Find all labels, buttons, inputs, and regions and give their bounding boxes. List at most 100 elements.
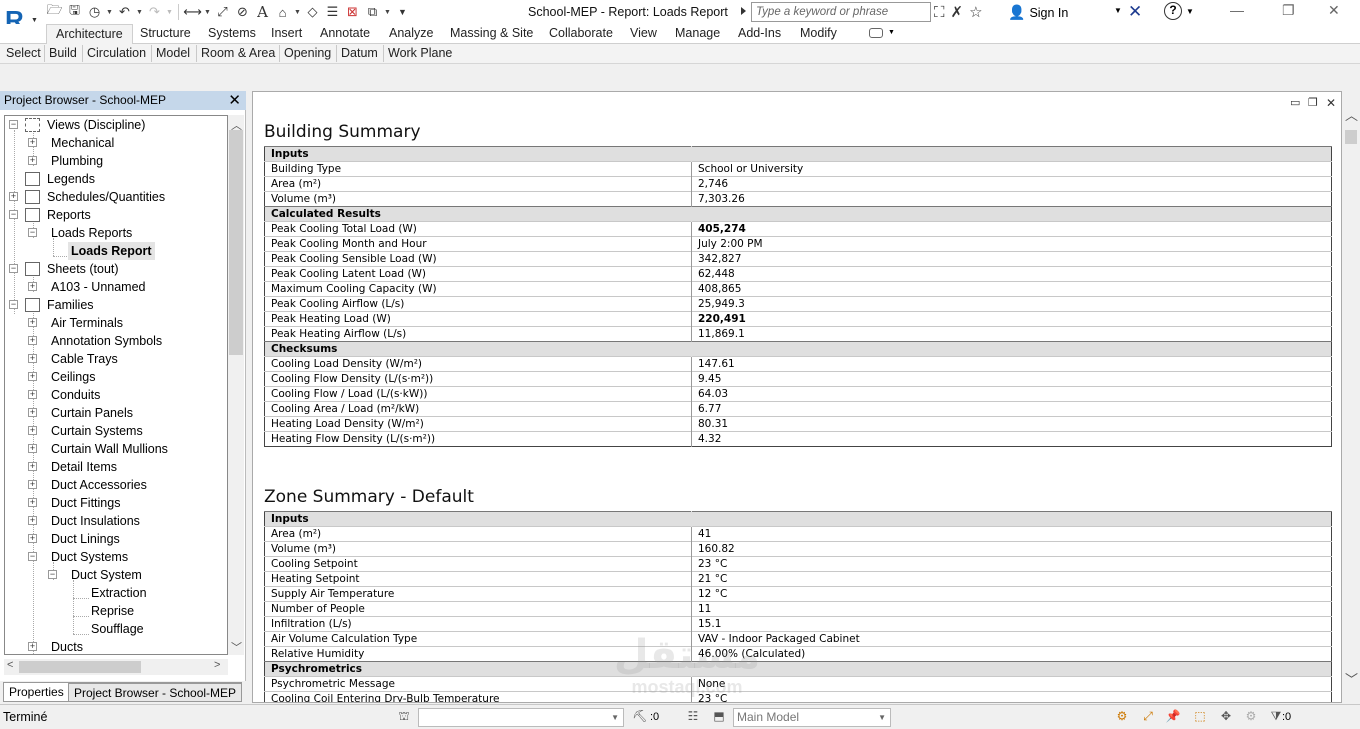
redo-icon[interactable]: ↷ xyxy=(146,4,163,21)
background-processes-icon[interactable]: ⚙ xyxy=(1243,709,1259,725)
close-icon[interactable]: ✕ xyxy=(1328,2,1340,19)
tab-systems[interactable]: Systems xyxy=(208,26,256,40)
tab-modify[interactable]: Modify xyxy=(800,26,837,40)
tab-add-ins[interactable]: Add-Ins xyxy=(738,26,781,40)
expand-icon[interactable]: + xyxy=(28,372,37,381)
save-icon[interactable]: 🖫 xyxy=(66,2,83,21)
expand-icon[interactable]: + xyxy=(28,318,37,327)
scroll-up-icon[interactable]: ︿ xyxy=(1345,105,1358,124)
expand-icon[interactable]: + xyxy=(28,336,37,345)
chevron-down-icon[interactable]: ▼ xyxy=(106,9,113,16)
chevron-down-icon[interactable]: ▼ xyxy=(136,9,143,16)
scroll-down-icon[interactable]: ﹀ xyxy=(231,639,242,655)
close-hidden-windows-icon[interactable]: ⊠ xyxy=(344,4,361,21)
3d-view-icon[interactable]: ⌂ xyxy=(274,4,291,21)
collapse-icon[interactable]: − xyxy=(28,228,37,237)
favorites-star-icon[interactable]: ☆ xyxy=(969,3,982,21)
collapse-icon[interactable]: − xyxy=(48,570,57,579)
panel-circulation[interactable]: Circulation xyxy=(82,45,146,62)
select-pinned-icon[interactable]: 📌 xyxy=(1165,709,1181,725)
binoculars-icon[interactable]: ⛶ xyxy=(934,4,945,21)
panel-room-area[interactable]: Room & Area xyxy=(196,45,275,62)
tab-collaborate[interactable]: Collaborate xyxy=(549,26,613,40)
search-input[interactable]: Type a keyword or phrase xyxy=(751,2,931,22)
tab-analyze[interactable]: Analyze xyxy=(389,26,433,40)
scroll-down-icon[interactable]: ﹀ xyxy=(1345,669,1358,688)
panel-datum[interactable]: Datum xyxy=(336,45,378,62)
expand-icon[interactable]: + xyxy=(28,390,37,399)
tab-view[interactable]: View xyxy=(630,26,657,40)
scroll-left-icon[interactable]: < xyxy=(7,659,13,671)
expand-icon[interactable]: + xyxy=(28,408,37,417)
collapse-icon[interactable]: − xyxy=(9,120,18,129)
exchange-apps-icon[interactable]: ✕ xyxy=(1128,2,1142,22)
section-icon[interactable]: ◇ xyxy=(304,4,321,21)
scrollbar-thumb[interactable] xyxy=(229,130,243,355)
expand-icon[interactable]: + xyxy=(28,462,37,471)
tag-icon[interactable]: ⊘ xyxy=(234,4,251,21)
panel-model[interactable]: Model xyxy=(151,45,190,62)
close-icon[interactable]: ✕ xyxy=(1326,96,1336,110)
tab-massing-site[interactable]: Massing & Site xyxy=(450,26,533,40)
expand-search-icon[interactable] xyxy=(741,7,746,15)
panel-select[interactable]: Select xyxy=(2,45,41,62)
thin-lines-icon[interactable]: ☰ xyxy=(324,4,341,21)
chevron-down-icon[interactable]: ▼ xyxy=(1186,7,1194,16)
project-browser-vertical-scrollbar[interactable]: ︿ ﹀ xyxy=(228,115,244,655)
minimize-icon[interactable]: — xyxy=(1230,2,1244,18)
ribbon-minimize-icon[interactable] xyxy=(869,28,883,38)
workset-dropdown[interactable]: ▼ xyxy=(418,708,624,727)
expand-icon[interactable]: + xyxy=(28,156,37,165)
chevron-down-icon[interactable]: ▼ xyxy=(294,9,301,16)
tab-architecture[interactable]: Architecture xyxy=(46,24,133,45)
chevron-down-icon[interactable]: ▼ xyxy=(166,9,173,16)
chevron-down-icon[interactable]: ▼ xyxy=(888,29,895,36)
expand-icon[interactable]: + xyxy=(28,282,37,291)
chevron-down-icon[interactable]: ▼ xyxy=(384,9,391,16)
minimize-icon[interactable]: ▭ xyxy=(1290,96,1300,109)
help-icon[interactable]: ? xyxy=(1164,2,1182,20)
tab-manage[interactable]: Manage xyxy=(675,26,720,40)
undo-icon[interactable]: ↶ xyxy=(116,4,133,21)
worksets-icon[interactable]: ⛫ xyxy=(396,709,412,725)
open-icon[interactable]: 🗁 xyxy=(46,2,63,21)
scroll-right-icon[interactable]: > xyxy=(214,659,220,671)
collapse-icon[interactable]: − xyxy=(28,552,37,561)
select-by-face-icon[interactable]: ⬚ xyxy=(1192,709,1208,725)
expand-icon[interactable]: + xyxy=(28,642,37,651)
chevron-down-icon[interactable]: ▼ xyxy=(204,9,211,16)
expand-icon[interactable]: + xyxy=(28,354,37,363)
text-icon[interactable]: A xyxy=(254,3,271,21)
tab-annotate[interactable]: Annotate xyxy=(320,26,370,40)
expand-icon[interactable]: + xyxy=(28,426,37,435)
expand-icon[interactable]: + xyxy=(28,444,37,453)
aligned-dimension-icon[interactable]: ⤢ xyxy=(214,4,231,21)
customize-qat-icon[interactable]: ▼ xyxy=(394,4,411,21)
tab-project-browser[interactable]: Project Browser - School-MEP xyxy=(68,682,243,702)
report-vertical-scrollbar[interactable]: ︿ ﹀ xyxy=(1342,91,1360,703)
expand-icon[interactable]: + xyxy=(28,480,37,489)
select-links-icon[interactable]: ⚙ xyxy=(1114,709,1130,725)
select-underlay-icon[interactable]: ⤢ xyxy=(1140,709,1156,725)
sync-icon[interactable]: ◷ xyxy=(86,4,103,21)
communication-center-icon[interactable]: ✗ xyxy=(951,3,964,21)
expand-icon[interactable]: + xyxy=(28,534,37,543)
restore-icon[interactable]: ❐ xyxy=(1308,96,1318,109)
close-icon[interactable]: ✕ xyxy=(228,91,241,109)
restore-icon[interactable]: ❐ xyxy=(1282,2,1295,19)
scrollbar-thumb[interactable] xyxy=(19,661,141,673)
panel-build[interactable]: Build xyxy=(44,45,77,62)
expand-icon[interactable]: + xyxy=(28,138,37,147)
collapse-icon[interactable]: − xyxy=(9,300,18,309)
collapse-icon[interactable]: − xyxy=(9,210,18,219)
sign-in-button[interactable]: 👤 Sign In ▼ xyxy=(1008,4,1122,21)
expand-icon[interactable]: + xyxy=(28,498,37,507)
drag-elements-icon[interactable]: ✥ xyxy=(1218,709,1234,725)
expand-icon[interactable]: + xyxy=(9,192,18,201)
tab-properties[interactable]: Properties xyxy=(3,682,70,702)
collapse-icon[interactable]: − xyxy=(9,264,18,273)
panel-opening[interactable]: Opening xyxy=(279,45,331,62)
measure-icon[interactable]: ⟷ xyxy=(183,4,202,21)
design-options-icon[interactable]: ☷ xyxy=(685,709,701,725)
panel-work-plane[interactable]: Work Plane xyxy=(383,45,452,62)
